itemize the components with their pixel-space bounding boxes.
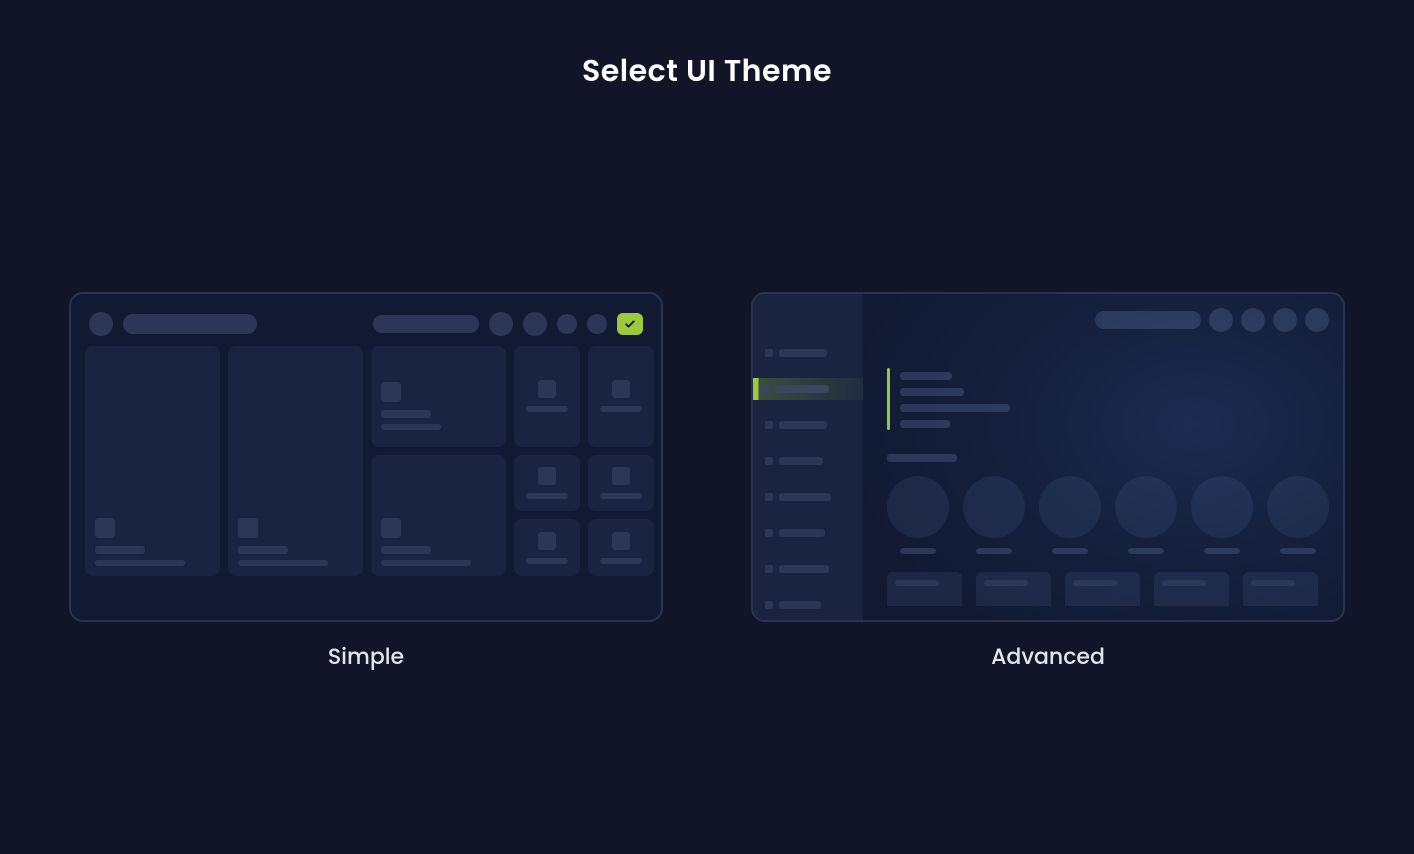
circle-item: [1039, 476, 1101, 554]
card-large: [228, 346, 363, 576]
sidebar-item: [753, 486, 863, 508]
icon-placeholder: [1209, 308, 1233, 332]
page-title: Select UI Theme: [0, 48, 1414, 94]
card-small: [514, 455, 580, 512]
avatar-placeholder: [89, 312, 113, 336]
terminal-block: [887, 368, 1329, 430]
icon-placeholder: [1241, 308, 1265, 332]
simple-topbar: [81, 302, 651, 346]
card-small: [514, 519, 580, 576]
sidebar-item: [753, 594, 863, 616]
section-label: [887, 454, 957, 462]
card-small: [588, 519, 654, 576]
sidebar-item-active: [753, 378, 863, 400]
sidebar-item: [753, 522, 863, 544]
card-small: [588, 455, 654, 512]
advanced-sidebar: [753, 294, 863, 620]
theme-preview-advanced: [751, 292, 1345, 622]
themes-container: Simple: [0, 292, 1414, 673]
circles-row: [887, 476, 1329, 554]
theme-label-advanced: Advanced: [991, 640, 1105, 673]
bottom-cards: [887, 572, 1329, 606]
card-large: [85, 346, 220, 576]
theme-option-simple[interactable]: Simple: [50, 292, 682, 673]
search-placeholder: [373, 315, 479, 333]
icon-placeholder: [1273, 308, 1297, 332]
advanced-content: [887, 368, 1329, 606]
advanced-topbar: [1095, 308, 1329, 332]
icon-placeholder: [587, 314, 607, 334]
icon-placeholder: [523, 312, 547, 336]
check-icon: [617, 313, 643, 335]
sidebar-item: [753, 342, 863, 364]
bottom-card: [1243, 572, 1318, 606]
advanced-main: [863, 294, 1343, 620]
circle-item: [1115, 476, 1177, 554]
circle-item: [963, 476, 1025, 554]
bottom-card: [1065, 572, 1140, 606]
sidebar-item: [753, 450, 863, 472]
accent-bar: [887, 368, 890, 430]
icon-placeholder: [489, 312, 513, 336]
card-medium: [371, 455, 506, 576]
card-medium: [371, 346, 506, 447]
circle-item: [887, 476, 949, 554]
theme-option-advanced[interactable]: Advanced: [732, 292, 1364, 673]
simple-grid: [81, 346, 651, 576]
bottom-card: [976, 572, 1051, 606]
sidebar-item: [753, 558, 863, 580]
circle-item: [1267, 476, 1329, 554]
title-placeholder: [123, 314, 257, 334]
advanced-body: [753, 294, 1343, 620]
theme-label-simple: Simple: [328, 640, 404, 673]
card-small: [588, 346, 654, 447]
circle-item: [1191, 476, 1253, 554]
icon-placeholder: [557, 314, 577, 334]
card-small: [514, 346, 580, 447]
search-placeholder: [1095, 311, 1201, 329]
bottom-card: [1154, 572, 1229, 606]
sidebar-item: [753, 414, 863, 436]
terminal-lines: [900, 368, 1010, 430]
theme-preview-simple: [69, 292, 663, 622]
bottom-card: [887, 572, 962, 606]
icon-placeholder: [1305, 308, 1329, 332]
